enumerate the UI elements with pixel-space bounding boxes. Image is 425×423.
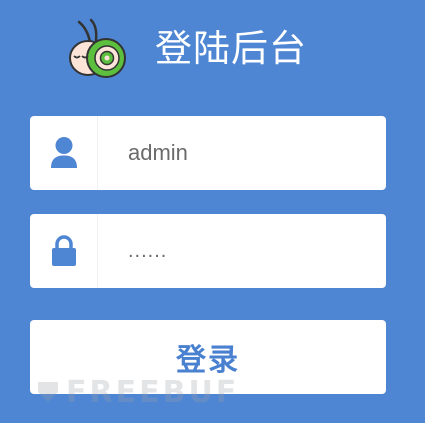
username-field — [30, 116, 386, 190]
password-input[interactable] — [128, 214, 378, 288]
username-icon-cell — [30, 116, 98, 190]
username-input[interactable] — [128, 116, 378, 190]
page-title: 登陆后台 — [155, 27, 307, 70]
login-header: 登陆后台 — [0, 14, 425, 84]
user-icon — [50, 137, 77, 168]
login-button[interactable]: 登录 — [30, 320, 386, 394]
password-field — [30, 214, 386, 288]
snail-logo-icon — [69, 18, 126, 78]
password-icon-cell — [30, 214, 98, 288]
lock-icon — [51, 235, 76, 266]
